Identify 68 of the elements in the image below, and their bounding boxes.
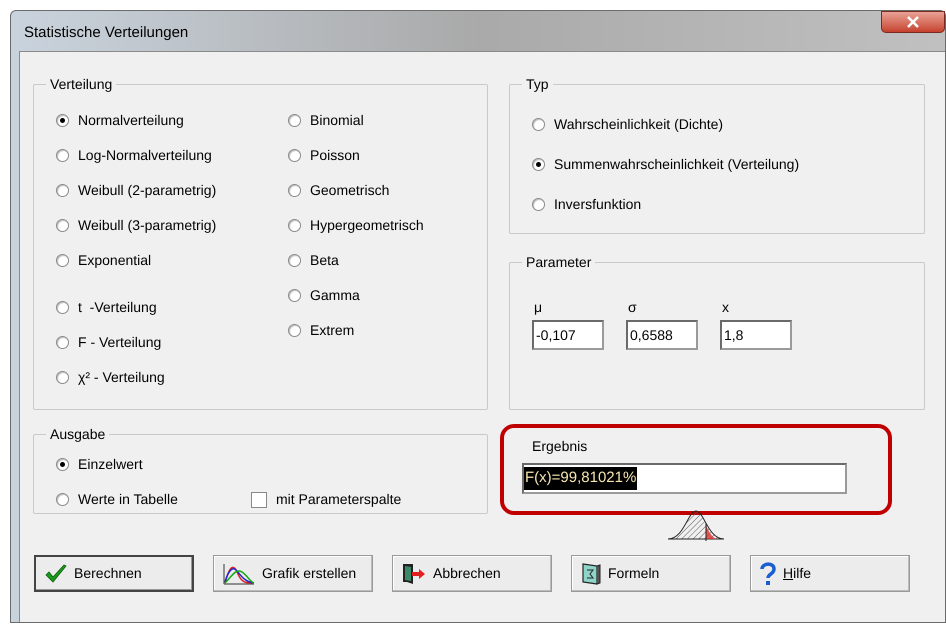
radio-indicator[interactable] bbox=[532, 158, 545, 171]
radio-indicator[interactable] bbox=[56, 114, 69, 127]
radio-indicator[interactable] bbox=[288, 219, 301, 232]
radio-option[interactable]: Weibull (3-parametrig) bbox=[56, 208, 288, 243]
checkbox-option[interactable]: mit Parameterspalte bbox=[251, 489, 402, 510]
radio-option[interactable]: Extrem bbox=[288, 313, 424, 348]
group-label: Parameter bbox=[525, 253, 592, 272]
radio-option[interactable]: Weibull (2-parametrig) bbox=[56, 173, 288, 208]
radio-indicator[interactable] bbox=[56, 336, 69, 349]
radio-option[interactable]: Beta bbox=[288, 243, 424, 278]
parameter-input[interactable]: 1,8 bbox=[720, 320, 792, 350]
radio-option[interactable]: t -Verteilung bbox=[56, 290, 288, 325]
window-title: Statistische Verteilungen bbox=[24, 23, 188, 43]
action-button[interactable]: Formeln bbox=[571, 555, 731, 592]
parameter-label: μ bbox=[534, 298, 544, 317]
radio-option[interactable]: Einzelwert bbox=[56, 447, 465, 482]
radio-option[interactable]: Wahrscheinlichkeit (Dichte) bbox=[532, 107, 902, 142]
radio-indicator[interactable] bbox=[288, 149, 301, 162]
book-icon bbox=[580, 562, 602, 586]
chart-icon bbox=[222, 562, 256, 586]
radio-option[interactable]: Gamma bbox=[288, 278, 424, 313]
result-label: Ergebnis bbox=[532, 437, 588, 456]
radio-indicator[interactable] bbox=[56, 371, 69, 384]
result-field[interactable]: F(x)=99,81021% bbox=[522, 463, 847, 494]
radio-option[interactable]: χ² - Verteilung bbox=[56, 360, 288, 395]
parameter-input[interactable]: 0,6588 bbox=[626, 320, 698, 350]
radio-option[interactable]: Poisson bbox=[288, 138, 424, 173]
radio-option[interactable]: Summenwahrscheinlichkeit (Verteilung) bbox=[532, 147, 902, 182]
radio-indicator[interactable] bbox=[288, 324, 301, 337]
radio-option[interactable]: Normalverteilung bbox=[56, 103, 288, 138]
radio-indicator[interactable] bbox=[56, 149, 69, 162]
action-button[interactable]: Grafik erstellen bbox=[213, 555, 373, 592]
checkmark-icon bbox=[44, 562, 68, 584]
radio-indicator[interactable] bbox=[56, 493, 69, 506]
radio-indicator[interactable] bbox=[288, 184, 301, 197]
action-button[interactable]: Berechnen bbox=[34, 555, 194, 592]
radio-indicator[interactable] bbox=[288, 254, 301, 267]
radio-indicator[interactable] bbox=[56, 219, 69, 232]
radio-option[interactable]: Hypergeometrisch bbox=[288, 208, 424, 243]
radio-indicator[interactable] bbox=[56, 458, 69, 471]
group-label: Ausgabe bbox=[49, 425, 106, 444]
radio-indicator[interactable] bbox=[56, 254, 69, 267]
radio-indicator[interactable] bbox=[56, 184, 69, 197]
close-button[interactable] bbox=[881, 11, 945, 33]
group-label: Verteilung bbox=[49, 75, 114, 94]
radio-indicator[interactable] bbox=[56, 301, 69, 314]
parameter-label: σ bbox=[628, 298, 638, 317]
parameter-input[interactable]: -0,107 bbox=[532, 320, 604, 350]
radio-option[interactable]: Exponential bbox=[56, 243, 288, 278]
radio-option[interactable]: Log-Normalverteilung bbox=[56, 138, 288, 173]
door-exit-icon bbox=[401, 562, 427, 586]
radio-option[interactable]: Werte in Tabelle bbox=[56, 482, 251, 517]
help-button[interactable]: Hilfe bbox=[750, 555, 910, 592]
bell-curve-icon bbox=[666, 509, 726, 541]
radio-option[interactable]: Inversfunktion bbox=[532, 187, 902, 222]
radio-option[interactable]: F - Verteilung bbox=[56, 325, 288, 360]
result-value: F(x)=99,81021% bbox=[524, 467, 638, 490]
radio-indicator[interactable] bbox=[532, 198, 545, 211]
help-icon bbox=[759, 560, 777, 586]
radio-indicator[interactable] bbox=[288, 114, 301, 127]
radio-indicator[interactable] bbox=[532, 118, 545, 131]
group-label: Typ bbox=[525, 75, 550, 94]
close-icon bbox=[906, 16, 920, 28]
action-button[interactable]: Abbrechen bbox=[392, 555, 552, 592]
radio-indicator[interactable] bbox=[288, 289, 301, 302]
radio-option[interactable]: Binomial bbox=[288, 103, 424, 138]
radio-option[interactable]: Geometrisch bbox=[288, 173, 424, 208]
parameter-label: x bbox=[722, 298, 730, 317]
